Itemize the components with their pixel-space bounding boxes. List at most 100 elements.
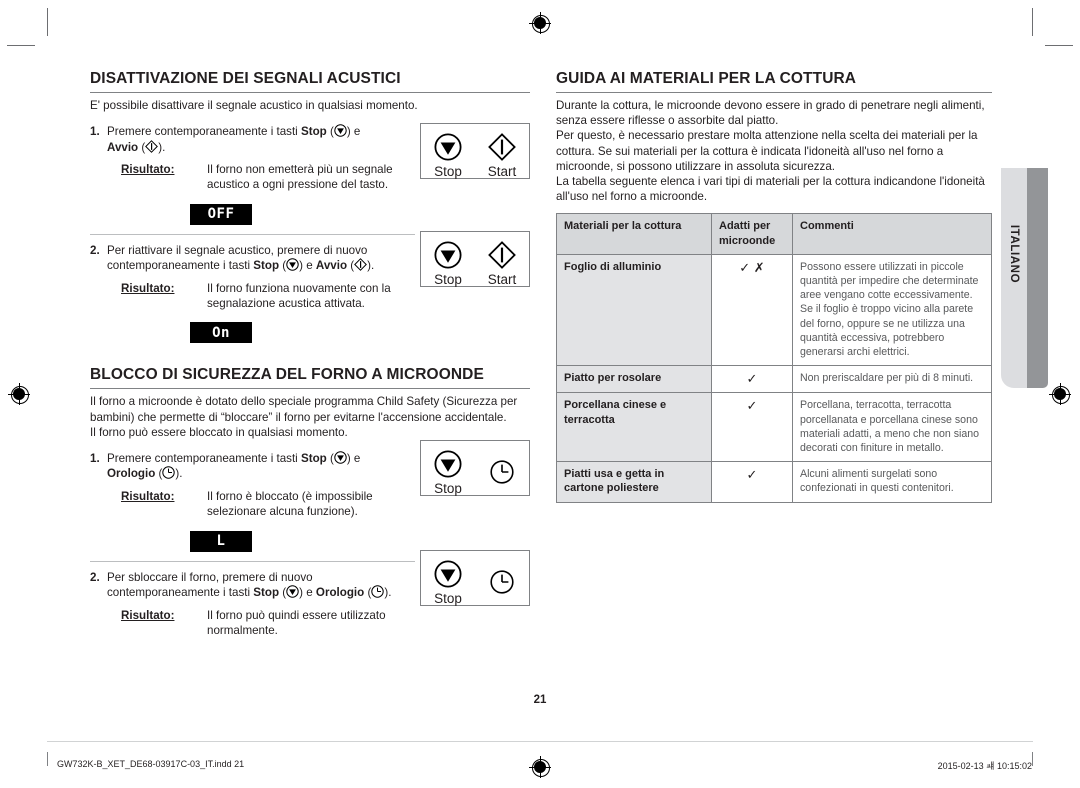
key-start[interactable]: Start (475, 131, 529, 179)
cell-comment: Non preriscaldare per più di 8 minuti. (792, 365, 992, 394)
clock-icon (371, 585, 385, 598)
step-number: 2. (90, 243, 100, 257)
key-start-caption: Start (487, 272, 517, 287)
key-start[interactable]: Start (475, 239, 529, 287)
step-text-b: ( (279, 259, 287, 273)
registration-mark-right (1049, 383, 1071, 405)
led-display-lock: L (190, 530, 252, 552)
step-text-c: ) e (346, 125, 361, 139)
language-tab-dark (1027, 168, 1048, 388)
key-clock[interactable] (475, 558, 529, 606)
intro-text-1: Il forno a microonde è dotato dello spec… (90, 395, 518, 424)
keybox-stop-clock-2: Stop (420, 550, 530, 606)
manual-page: DISATTIVAZIONE DEI SEGNALI ACUSTICI E' p… (0, 0, 1080, 788)
key-stop-label: Stop (300, 452, 327, 466)
step-2-beep-on: 2. Per riattivare il segnale acustico, p… (90, 243, 415, 312)
col-header-comments: Commenti (792, 213, 992, 255)
start-icon (145, 139, 159, 153)
cell-comment: Possono essere utilizzati in piccole qua… (792, 253, 992, 367)
step-2-unlock: 2. Per sbloccare il forno, premere di nu… (90, 570, 415, 639)
cell-material: Piatti usa e getta in cartone poliestere (556, 461, 712, 503)
heading-disattivazione: DISATTIVAZIONE DEI SEGNALI ACUSTICI (90, 70, 530, 93)
step-number: 1. (90, 125, 100, 139)
key-stop-caption: Stop (434, 591, 462, 606)
crop-mark-top-left-h (7, 45, 35, 46)
step-number: 2. (90, 570, 100, 584)
language-tab-label: ITALIANO (1008, 224, 1020, 284)
intro-text: E' possibile disattivare il segnale acus… (90, 99, 418, 112)
start-icon (475, 131, 529, 163)
intro-text-2: Per questo, è necessario prestare molta … (556, 129, 978, 173)
led-display-on: On (190, 322, 252, 344)
crop-mark-top-right-h (1045, 45, 1073, 46)
result-text: Il forno non emetterà più un segnale acu… (207, 163, 393, 192)
registration-mark-top (529, 12, 551, 34)
key-avvio-label: Avvio (107, 140, 139, 154)
crop-mark-top-right-v (1032, 8, 1033, 36)
stop-icon (421, 131, 475, 163)
intro-text-1: Durante la cottura, le microonde devono … (556, 99, 985, 128)
step-text-a: Premere contemporaneamente i tasti (107, 452, 301, 466)
col-header-suitable: Adatti per microonde (711, 213, 793, 255)
result-block: Risultato: Il forno non emetterà più un … (107, 162, 415, 193)
table-header-row: Materiali per la cottura Adatti per micr… (556, 213, 992, 255)
step-body: Per riattivare il segnale acustico, prem… (107, 243, 415, 312)
keybox-stop-start-1: Stop Start (420, 123, 530, 179)
key-clock[interactable] (475, 448, 529, 496)
stop-icon (334, 124, 347, 137)
key-stop-caption: Stop (434, 164, 462, 179)
language-tab: ITALIANO (1001, 168, 1048, 388)
cell-suitability: ✓ (711, 392, 793, 463)
step-text-b: ( (326, 452, 334, 466)
keybox-stop-clock-1: Stop (420, 440, 530, 496)
start-icon (354, 258, 368, 272)
result-text: Il forno è bloccato (è impossibile selez… (207, 489, 373, 519)
step-text-c: ) e (299, 586, 316, 600)
step-body: Premere contemporaneamente i tasti Stop … (107, 124, 415, 193)
page-number: 21 (533, 694, 547, 706)
stop-icon (421, 558, 475, 590)
step-text-d: ( (347, 259, 355, 273)
key-stop[interactable]: Stop (421, 131, 475, 179)
step-1-beep-off: 1. Premere contemporaneamente i tasti St… (90, 124, 415, 193)
stop-icon (421, 239, 475, 271)
key-stop-label: Stop (253, 259, 280, 273)
cell-material: Porcellana cinese e terracotta (556, 392, 712, 463)
footer-timestamp: 2015-02-13 ㆈ 10:15:02 (937, 761, 1032, 771)
table-row: Foglio di alluminio ✓ ✗ Possono essere u… (556, 253, 992, 367)
key-stop[interactable]: Stop (421, 239, 475, 287)
key-orologio-label: Orologio (107, 467, 156, 481)
step-body: Per sbloccare il forno, premere di nuovo… (107, 570, 415, 639)
step-text-b: ( (279, 586, 287, 600)
step-text-e: ). (367, 259, 375, 273)
footer-rule (47, 741, 1033, 742)
clock-icon (475, 558, 529, 594)
result-label: Risultato: (121, 163, 175, 177)
intro-text-3: La tabella seguente elenca i vari tipi d… (556, 175, 985, 204)
key-stop-caption: Stop (434, 272, 462, 287)
right-column: GUIDA AI MATERIALI PER LA COTTURA Durant… (556, 70, 992, 503)
footer-filename: GW732K-B_XET_DE68-03917C-03_IT.indd 21 (57, 759, 245, 769)
keybox-stop-start-2: Stop Start (420, 231, 530, 287)
cell-suitability: ✓ (711, 365, 793, 394)
key-stop-label: Stop (300, 125, 327, 139)
key-clock-caption (475, 591, 529, 606)
key-clock-caption (475, 481, 529, 496)
footer-tick-left (47, 752, 48, 766)
step-text-b: ( (326, 125, 334, 139)
table-row: Porcellana cinese e terracotta ✓ Porcell… (556, 392, 992, 463)
footer-tick-right (1032, 752, 1033, 766)
key-start-caption: Start (487, 164, 517, 179)
intro-disattivazione: E' possibile disattivare il segnale acus… (90, 98, 530, 113)
stop-icon (286, 258, 299, 271)
step-text-e: ). (384, 586, 392, 600)
stop-icon (286, 585, 299, 598)
result-label: Risultato: (121, 489, 175, 503)
divider-1 (90, 233, 415, 235)
table-row: Piatti usa e getta in cartone poliestere… (556, 461, 992, 503)
key-stop[interactable]: Stop (421, 558, 475, 606)
result-label: Risultato: (121, 281, 175, 295)
cell-suitability: ✓ ✗ (711, 253, 793, 367)
key-stop[interactable]: Stop (421, 448, 475, 496)
step-text-e: ). (175, 467, 183, 481)
